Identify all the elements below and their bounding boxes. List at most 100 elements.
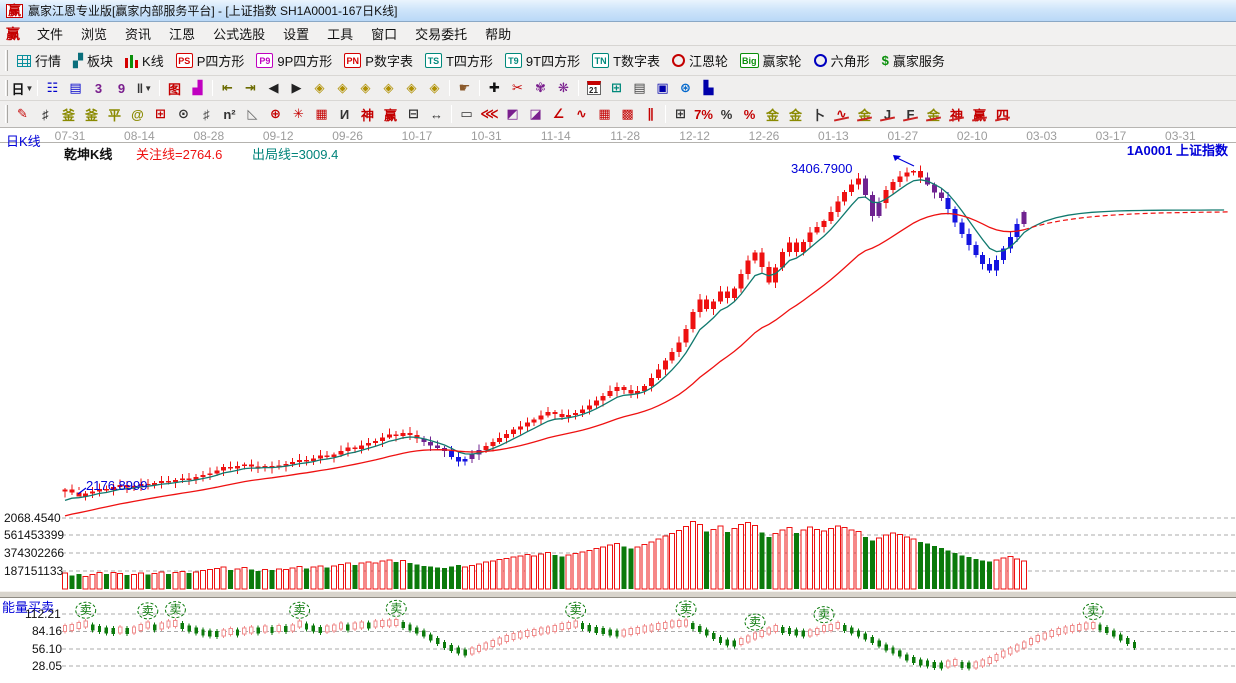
last-page-button[interactable]: ⇥	[239, 78, 262, 98]
expand-all-button[interactable]: ◈	[423, 78, 446, 98]
cut-tool-button[interactable]: ✂	[506, 78, 529, 98]
menu-settings[interactable]: 设置	[274, 21, 318, 46]
zigzag-button[interactable]: ∿	[570, 104, 593, 124]
angle-tool-button[interactable]: ◺	[241, 104, 264, 124]
gann-circle-button[interactable]: ⊕	[264, 104, 287, 124]
sectors-button[interactable]: ▞板块	[67, 48, 119, 73]
menu-browse[interactable]: 浏览	[72, 21, 116, 46]
si-angle-button[interactable]: 四	[991, 104, 1014, 124]
gann-tool-2-button[interactable]: ❋	[552, 78, 575, 98]
chart-canvas[interactable]: 卖卖卖卖卖卖卖卖卖卖	[0, 128, 1236, 683]
spiral-tool-button[interactable]: @	[126, 104, 149, 124]
percent-7-button[interactable]: 7%	[692, 104, 715, 124]
jin-angle-button[interactable]: 金	[922, 104, 945, 124]
t-square-button[interactable]: TST四方形	[419, 48, 499, 73]
fan-rays-button[interactable]: ⋘	[478, 104, 501, 124]
gold-line-button[interactable]: 金	[784, 104, 807, 124]
candle-pencil-button[interactable]: 卜	[807, 104, 830, 124]
crosshair-button[interactable]: ✚	[483, 78, 506, 98]
p-number-table-button[interactable]: PNP数字表	[338, 48, 419, 73]
pencil-grid-button[interactable]: ⊞	[149, 104, 172, 124]
zoom-out-h-button[interactable]: ◈	[308, 78, 331, 98]
overlay-9-button[interactable]: 9	[110, 78, 133, 98]
grid-red-2-button[interactable]: ▩	[616, 104, 639, 124]
wheel-icon	[814, 54, 827, 67]
ruler-lines-button[interactable]: ♯	[34, 104, 57, 124]
flat-tool-button[interactable]: 平	[103, 104, 126, 124]
menu-help[interactable]: 帮助	[476, 21, 520, 46]
gold-grid-2-button[interactable]: 釜	[80, 104, 103, 124]
grid-red-1-button[interactable]: ▦	[593, 104, 616, 124]
wave-line-button[interactable]: ∿	[830, 104, 853, 124]
tick-ruler-button[interactable]: ♯	[195, 104, 218, 124]
overlay-3-button[interactable]: 3	[87, 78, 110, 98]
gold-circle-button[interactable]: 金	[761, 104, 784, 124]
prev-bar-button[interactable]: ◀	[262, 78, 285, 98]
window-layout-button[interactable]: ☷	[41, 78, 64, 98]
shen-tool-button[interactable]: 神	[356, 104, 379, 124]
winner-wheel-button[interactable]: Big赢家轮	[734, 48, 808, 73]
snapshot-button[interactable]: ▙	[697, 78, 720, 98]
9t-square-button[interactable]: T99T四方形	[499, 48, 586, 73]
ying-tool-button[interactable]: 赢	[379, 104, 402, 124]
export-button[interactable]: ⊛	[674, 78, 697, 98]
period-daily-button[interactable]: 日▼	[11, 78, 34, 98]
hand-drag-button[interactable]: ☛	[453, 78, 476, 98]
menu-trade-order[interactable]: 交易委托	[406, 21, 476, 46]
menu-file[interactable]: 文件	[28, 21, 72, 46]
t-number-table-label: T数字表	[613, 51, 660, 70]
fan-box-2-button[interactable]: ◪	[524, 104, 547, 124]
first-page-button[interactable]: ⇤	[216, 78, 239, 98]
save-button[interactable]: ▣	[651, 78, 674, 98]
menu-tools[interactable]: 工具	[318, 21, 362, 46]
candle-style-button[interactable]: ǁ▼	[133, 78, 156, 98]
gann-web-button[interactable]: ▦	[310, 104, 333, 124]
menu-gann[interactable]: 江恩	[160, 21, 204, 46]
zoom-in-h-button[interactable]: ◈	[331, 78, 354, 98]
pointer-draw-button[interactable]: ✎	[11, 104, 34, 124]
expand-h-button[interactable]: ◈	[354, 78, 377, 98]
info-panel-button[interactable]: ▤	[64, 78, 87, 98]
fan-box-1-button[interactable]: ◩	[501, 104, 524, 124]
gann-tool-1-button[interactable]: ✾	[529, 78, 552, 98]
gann-wheel-button[interactable]: 江恩轮	[666, 48, 734, 73]
p-square-button[interactable]: PSP四方形	[170, 48, 251, 73]
circle-ruler-button[interactable]: ⊙	[172, 104, 195, 124]
scale-tool-button[interactable]: ⊞	[669, 104, 692, 124]
calendar-button[interactable]: 21	[582, 78, 605, 98]
gold-grid-1-button[interactable]: 釜	[57, 104, 80, 124]
notes-button[interactable]: ▤	[628, 78, 651, 98]
ying-angle-button[interactable]: 赢	[968, 104, 991, 124]
gold-angle-button[interactable]: 金	[853, 104, 876, 124]
next-bar-button[interactable]: ▶	[285, 78, 308, 98]
pane-splitter[interactable]	[0, 591, 1236, 598]
menu-formula-stock-pick[interactable]: 公式选股	[204, 21, 274, 46]
menu-news[interactable]: 资讯	[116, 21, 160, 46]
ruler-123-button[interactable]: ⊟	[402, 104, 425, 124]
percent-button[interactable]: %	[715, 104, 738, 124]
compress-h-button[interactable]: ◈	[377, 78, 400, 98]
frame-tool-button[interactable]: ▭	[455, 104, 478, 124]
angle-lines-button[interactable]: ∠	[547, 104, 570, 124]
expand-v-button[interactable]: ◈	[400, 78, 423, 98]
calculator-button[interactable]: ⊞	[605, 78, 628, 98]
kline-button[interactable]: K线	[119, 48, 170, 73]
color-chart-button[interactable]: ▟	[186, 78, 209, 98]
menu-window[interactable]: 窗口	[362, 21, 406, 46]
k-quote-button[interactable]: И	[333, 104, 356, 124]
j-angle-button[interactable]: J	[876, 104, 899, 124]
span-arrows-button[interactable]: ↔	[425, 104, 448, 124]
percent-line-button[interactable]: %	[738, 104, 761, 124]
winner-service-button[interactable]: $赢家服务	[876, 48, 951, 73]
t-number-table-button[interactable]: TNT数字表	[586, 48, 666, 73]
qiankun-kline-button[interactable]: 图	[163, 78, 186, 98]
f-angle-button[interactable]: F	[899, 104, 922, 124]
gann-star-button[interactable]: ✳	[287, 104, 310, 124]
hatch-icon: ∥	[647, 106, 654, 122]
9p-square-button[interactable]: P99P四方形	[250, 48, 338, 73]
hexagon-button[interactable]: 六角形	[808, 48, 876, 73]
shen-angle-button[interactable]: 神	[945, 104, 968, 124]
quotes-button[interactable]: 行情	[11, 48, 67, 73]
hatch-button[interactable]: ∥	[639, 104, 662, 124]
n-square-button[interactable]: n²	[218, 104, 241, 124]
